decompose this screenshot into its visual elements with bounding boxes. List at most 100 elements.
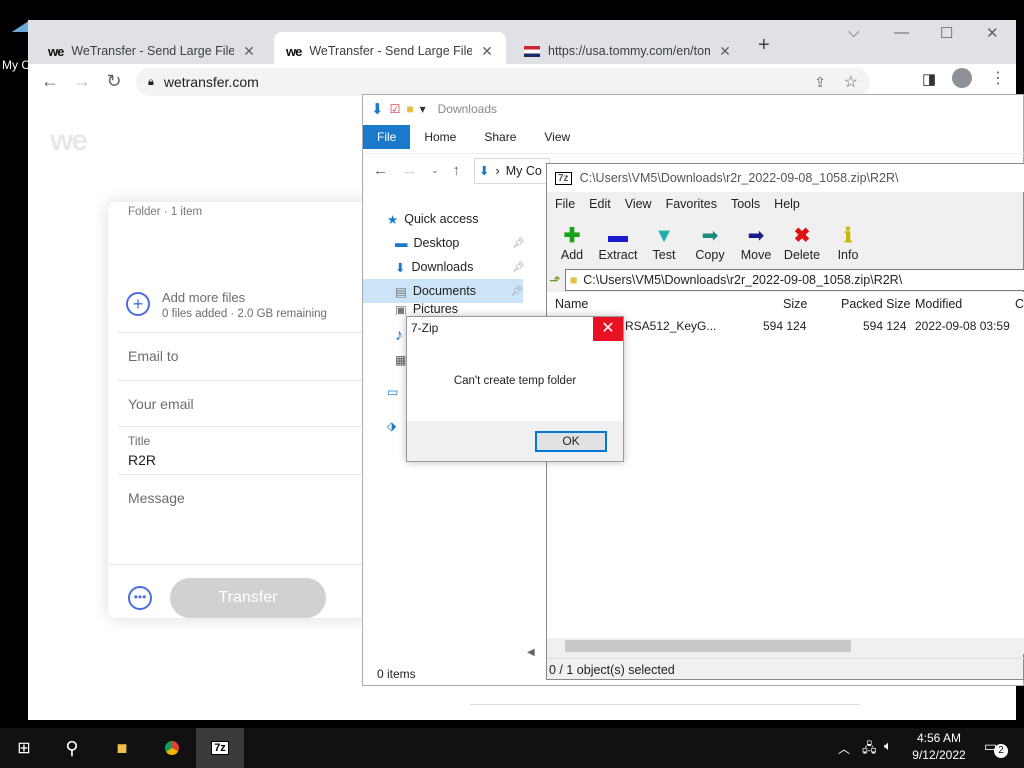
star-icon[interactable]: ☆	[844, 72, 858, 92]
breadcrumb-text: My Co	[505, 163, 542, 178]
test-icon: ▼	[654, 225, 674, 247]
address-bar[interactable]: 🔒︎ wetransfer.com ⇪ ☆	[136, 68, 870, 96]
breadcrumb[interactable]: ⬇ › My Co	[474, 157, 551, 184]
picture-icon: ▣	[395, 303, 407, 315]
email-to-field[interactable]: Email to	[128, 348, 179, 364]
menu-icon[interactable]: ⋮	[990, 68, 1006, 88]
files-info: 0 files added · 2.0 GB remaining	[162, 308, 327, 320]
add-files-icon[interactable]: +	[126, 292, 150, 316]
add-button[interactable]: ✚ Add	[551, 216, 593, 264]
ribbon-home-tab[interactable]: Home	[410, 125, 470, 149]
share-icon[interactable]: ⇪	[814, 74, 826, 91]
ribbon-file-tab[interactable]: File	[363, 125, 411, 149]
test-button[interactable]: ▼ Test	[643, 216, 685, 264]
download-arrow-icon: ⬇	[479, 164, 490, 178]
ribbon-share-tab[interactable]: Share	[470, 125, 530, 149]
taskbar-chrome[interactable]	[148, 728, 196, 768]
table-row[interactable]: RSA512_KeyG... 594 124 594 124 2022-09-0…	[547, 292, 1024, 333]
title-field[interactable]: R2R	[128, 452, 156, 468]
this-pc-icon[interactable]: ▭	[387, 385, 398, 399]
minimize-button[interactable]: —	[894, 24, 909, 41]
more-options-button[interactable]: •••	[128, 586, 152, 610]
side-panel-icon[interactable]: ◨	[922, 70, 936, 88]
back-arrow-icon[interactable]: ←	[373, 162, 388, 179]
close-icon[interactable]: ✕	[718, 43, 732, 60]
menu-favorites[interactable]: Favorites	[666, 197, 717, 211]
sevenzip-address-row: ⬏ ■ C:\Users\VM5\Downloads\r2r_2022-09-0…	[549, 268, 1024, 292]
start-button[interactable]: ⊞	[0, 728, 48, 768]
menu-view[interactable]: View	[625, 197, 652, 211]
video-icon[interactable]: ▦	[395, 353, 406, 367]
recent-dropdown-icon[interactable]: ⌄	[431, 165, 439, 176]
pin-icon: 📌︎	[512, 237, 525, 249]
menu-file[interactable]: File	[555, 197, 575, 211]
tool-label: Test	[652, 248, 676, 262]
nav-pictures[interactable]: ▣ Pictures	[395, 303, 525, 315]
transfer-button[interactable]: Transfer	[170, 578, 326, 618]
tool-label: Delete	[783, 248, 821, 262]
scrollbar-thumb[interactable]	[565, 640, 851, 652]
menu-help[interactable]: Help	[774, 197, 800, 211]
close-icon[interactable]: ✕	[242, 43, 256, 60]
close-window-button[interactable]: ✕	[986, 24, 999, 42]
close-icon[interactable]: ✕	[480, 43, 494, 60]
maximize-button[interactable]: ☐	[940, 24, 953, 42]
menu-tools[interactable]: Tools	[731, 197, 760, 211]
nav-quick-access[interactable]: ★ Quick access	[387, 207, 517, 231]
chevron-up-icon[interactable]: ︿	[838, 740, 850, 757]
title-label: Title	[128, 434, 151, 448]
menu-edit[interactable]: Edit	[589, 197, 611, 211]
add-icon: ✚	[563, 225, 581, 247]
tab-title: WeTransfer - Send Large Files &	[71, 44, 234, 58]
clock-time: 4:56 AM	[916, 731, 962, 745]
sevenzip-title: C:\Users\VM5\Downloads\r2r_2022-09-08_10…	[579, 171, 899, 185]
desktop-icon-my-computer[interactable]: My C	[0, 8, 45, 78]
nav-documents[interactable]: ▤ Documents 📌︎	[363, 279, 523, 303]
extract-button[interactable]: ▬ Extract	[597, 216, 639, 264]
add-more-files[interactable]: Add more files	[162, 290, 245, 305]
profile-avatar[interactable]	[952, 68, 972, 88]
explorer-titlebar: ⬇ ☑ ■ ▾ Downloads	[363, 95, 1024, 123]
delete-icon: ✖	[793, 225, 811, 247]
divider	[118, 332, 368, 333]
ribbon-tabs: File Home Share View	[363, 125, 1024, 149]
music-icon[interactable]: ♪	[395, 327, 403, 345]
nav-downloads[interactable]: ⬇ Downloads 📌︎	[395, 255, 525, 279]
info-button[interactable]: ℹ Info	[827, 216, 869, 264]
new-tab-button[interactable]: +	[758, 34, 770, 57]
dialog-close-button[interactable]: ✕	[593, 317, 623, 341]
sevenzip-address-field[interactable]: ■ C:\Users\VM5\Downloads\r2r_2022-09-08_…	[564, 269, 1024, 291]
properties-icon[interactable]: ☑	[390, 102, 401, 116]
wetransfer-logo[interactable]: we	[50, 124, 88, 158]
network-icon[interactable]: 🖧︎	[862, 739, 877, 761]
scroll-left-icon[interactable]: ◀	[527, 647, 535, 658]
taskbar-clock[interactable]: 4:56 AM 9/12/2022	[904, 730, 974, 764]
your-email-field[interactable]: Your email	[128, 396, 194, 412]
dropdown-icon[interactable]: ▾	[420, 102, 426, 116]
forward-button[interactable]: →	[66, 71, 98, 92]
ribbon-view-tab[interactable]: View	[530, 125, 584, 149]
move-icon: ➡	[747, 225, 765, 247]
forward-arrow-icon[interactable]: →	[402, 162, 417, 179]
chevron-down-icon[interactable]: ⌵	[848, 24, 859, 41]
reload-button[interactable]: ↻	[98, 71, 130, 92]
taskbar: ⊞ ⚲ ■ 7z ︿ 🖧︎ 🔈︎ 4:56 AM 9/12/2022 ▭ 2	[0, 728, 1024, 768]
taskbar-explorer[interactable]: ■	[98, 728, 146, 768]
ok-button[interactable]: OK	[535, 431, 607, 452]
volume-muted-icon[interactable]: 🔈︎	[884, 738, 892, 754]
horizontal-scrollbar[interactable]	[547, 638, 1024, 654]
folder-icon: ■	[406, 102, 414, 116]
move-button[interactable]: ➡ Move	[735, 216, 777, 264]
explorer-status: 0 items	[377, 667, 416, 681]
delete-button[interactable]: ✖ Delete	[781, 216, 823, 264]
search-button[interactable]: ⚲	[48, 728, 96, 768]
tab-strip: we WeTransfer - Send Large Files & ✕ we …	[28, 20, 1016, 70]
up-arrow-icon[interactable]: ↑	[453, 162, 461, 179]
up-folder-icon[interactable]: ⬏	[549, 272, 561, 289]
back-button[interactable]: ←	[34, 71, 66, 92]
message-field[interactable]: Message	[128, 490, 185, 506]
nav-desktop[interactable]: ▬ Desktop 📌︎	[395, 231, 525, 255]
taskbar-7zip[interactable]: 7z	[196, 728, 244, 768]
network-icon[interactable]: ⬗	[387, 419, 396, 433]
copy-button[interactable]: ➡ Copy	[689, 216, 731, 264]
